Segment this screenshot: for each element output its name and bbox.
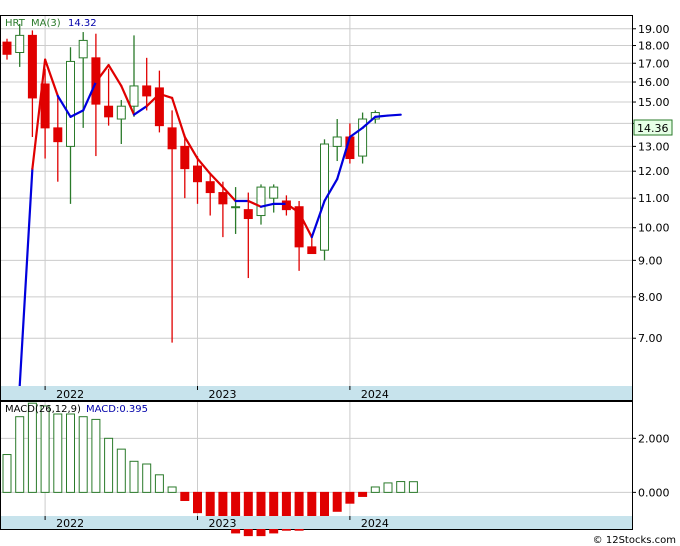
price-y-tick-label: 19.00	[638, 23, 670, 36]
candle-body	[218, 192, 228, 205]
candle-body	[205, 181, 215, 194]
price-legend-ma-label: MA(3)	[31, 18, 61, 29]
macd-bar	[383, 482, 393, 493]
price-x-tick-label: 2023	[209, 388, 237, 401]
candle-body	[66, 60, 75, 147]
candle-body	[129, 85, 139, 107]
candle-body	[104, 105, 114, 118]
price-x-tick-label: 2022	[56, 388, 84, 401]
macd-bar	[116, 448, 126, 493]
macd-bar	[104, 437, 114, 493]
price-y-tick-label: 18.00	[638, 40, 670, 53]
candle-body	[180, 145, 190, 170]
candle-body	[193, 165, 202, 183]
macd-bar	[193, 491, 202, 514]
macd-bar	[180, 491, 190, 501]
candle-body	[116, 105, 126, 120]
price-y-tick-label: 8.00	[638, 291, 663, 304]
price-y-tick-label: 15.00	[638, 96, 670, 109]
macd-bar	[53, 413, 63, 493]
macd-x-tick-label: 2022	[56, 517, 84, 530]
macd-bar	[129, 460, 139, 493]
candle-body	[167, 127, 177, 150]
macd-x-tick-label: 2024	[361, 517, 389, 530]
price-legend-symbol: HRT	[5, 18, 26, 29]
macd-legend-value: MACD:0.395	[86, 404, 148, 415]
candle	[358, 112, 368, 164]
macd-bar	[243, 491, 253, 537]
macd-bar	[167, 486, 177, 493]
candle-body	[53, 127, 63, 143]
macd-bar	[408, 481, 418, 493]
price-y-tick-label: 12.00	[638, 165, 670, 178]
watermark: © 12Stocks.com	[593, 535, 676, 546]
macd-bar	[332, 491, 342, 512]
macd-y-tick-label: 0.000	[638, 486, 670, 499]
price-x-tick-label: 2024	[361, 388, 389, 401]
price-y-tick-label: 10.00	[638, 222, 670, 235]
macd-bar	[256, 491, 266, 537]
last-price-label: 14.36	[637, 122, 669, 135]
candle-body	[142, 85, 152, 97]
macd-bar	[40, 405, 50, 493]
macd-bar	[345, 491, 355, 504]
price-y-tick-label: 11.00	[638, 192, 670, 205]
macd-x-tick-label: 2023	[209, 517, 237, 530]
macd-bar	[15, 416, 25, 493]
macd-x-axis-band	[1, 516, 632, 529]
macd-bar	[142, 463, 152, 493]
price-y-tick-label: 7.00	[638, 332, 663, 345]
candle-body	[269, 186, 279, 199]
price-y-tick-label: 13.00	[638, 140, 670, 153]
macd-legend-label: MACD(26,12,9)	[5, 404, 81, 415]
candle-body	[27, 34, 37, 99]
candle-body	[15, 34, 25, 54]
macd-bar	[78, 416, 88, 493]
macd-bar	[154, 474, 164, 493]
candle-body	[256, 186, 266, 217]
candle-body	[243, 209, 253, 220]
macd-bar	[396, 481, 406, 493]
macd-bar	[91, 418, 101, 493]
price-y-tick-label: 9.00	[638, 254, 663, 267]
price-x-axis-band	[1, 386, 632, 400]
candle-body	[307, 246, 317, 255]
price-legend-ma-value: 14.32	[68, 18, 97, 29]
macd-bar	[27, 402, 37, 493]
macd-bar	[370, 486, 380, 493]
macd-bar	[66, 413, 75, 493]
stock-chart: 7.008.009.0010.0011.0012.0013.0014.0015.…	[0, 0, 680, 546]
price-y-tick-label: 17.00	[638, 57, 670, 70]
candle-body	[332, 136, 342, 147]
candle-body	[231, 206, 241, 209]
candle-body	[78, 39, 88, 59]
price-y-tick-label: 16.00	[638, 76, 670, 89]
ma-segment	[386, 113, 402, 117]
candle-body	[2, 41, 12, 55]
macd-bar	[2, 454, 12, 493]
ma-segment	[374, 114, 390, 118]
macd-y-tick-label: 2.000	[638, 432, 670, 445]
macd-bar	[358, 491, 368, 497]
